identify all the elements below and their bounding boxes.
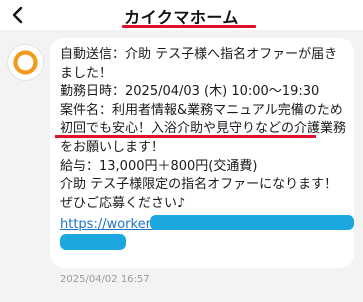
datetime-annotation-underline [55,135,316,138]
message-line: 自動送信：介助 テス子様へ指名オファーが届き [60,47,338,62]
redaction-mark [150,215,354,231]
brand-logo-icon [13,50,38,75]
salary-line: 給与：13,000円＋800円(交通費) [60,158,258,174]
message-bubble: 自動送信：介助 テス子様へ指名オファーが届き ました！ 勤務日時：2025/04… [50,38,354,268]
message-line: をお願いします！ [60,139,165,155]
link-line: https://worker. [60,213,354,232]
offer-link[interactable]: https://worker. [60,217,154,232]
message-thread[interactable]: 自動送信：介助 テス子様へ指名オファーが届き ました！ 勤務日時：2025/04… [0,30,363,302]
header-bar: カイクマホーム [0,0,363,30]
message-line: ました！ [60,65,113,81]
message-line: 案件名：利用者情報&業務マニュアル完備のため [60,102,343,118]
work-datetime-line: 勤務日時：2025/04/03 (木) 10:00～19:30 [60,84,320,100]
message-line: ぜひご応募ください♪ [60,195,186,211]
title-annotation-underline [122,25,256,28]
redaction-mark [60,233,126,250]
avatar[interactable] [7,44,44,81]
message-line: 介助 テス子様限定の指名オファーになります！ [60,177,338,193]
message-timestamp: 2025/04/02 16:57 [60,274,150,285]
link-line-continued [60,232,348,251]
